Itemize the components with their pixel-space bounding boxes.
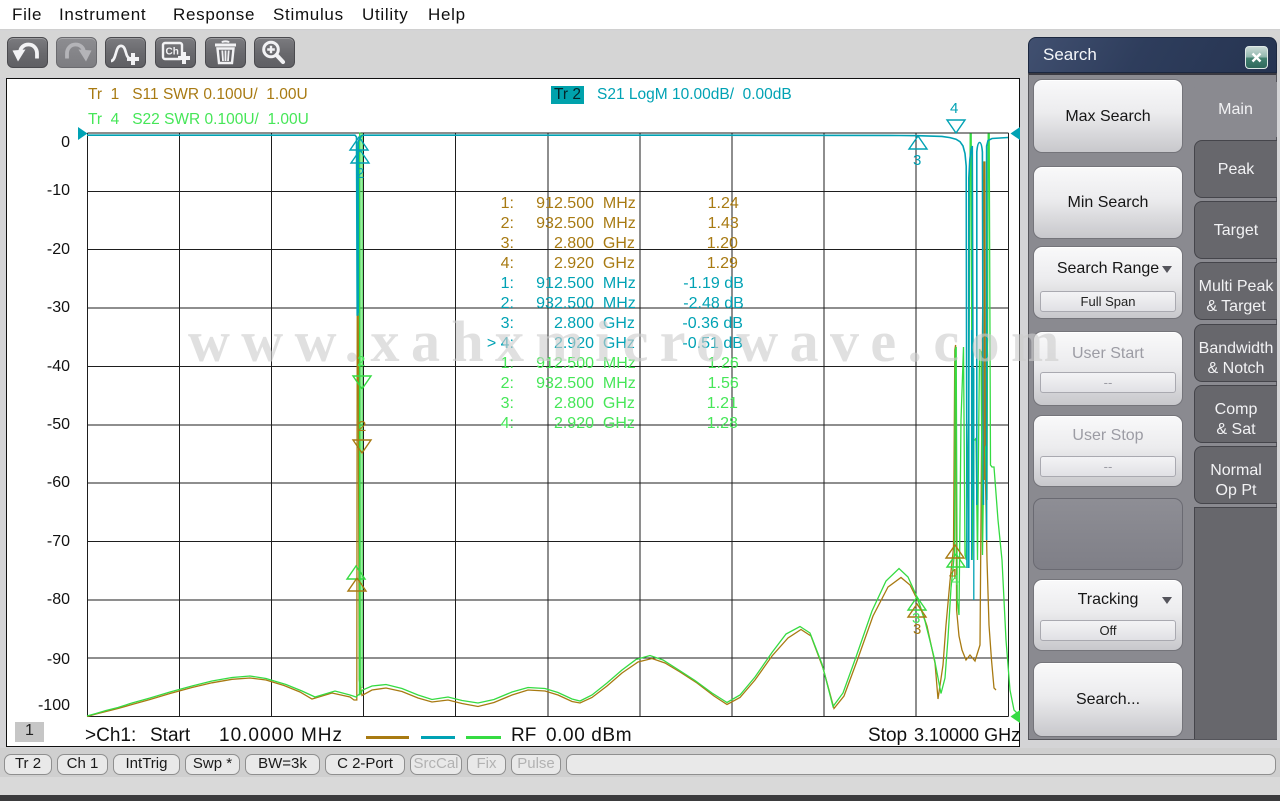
svg-text:Ch: Ch	[166, 47, 179, 58]
